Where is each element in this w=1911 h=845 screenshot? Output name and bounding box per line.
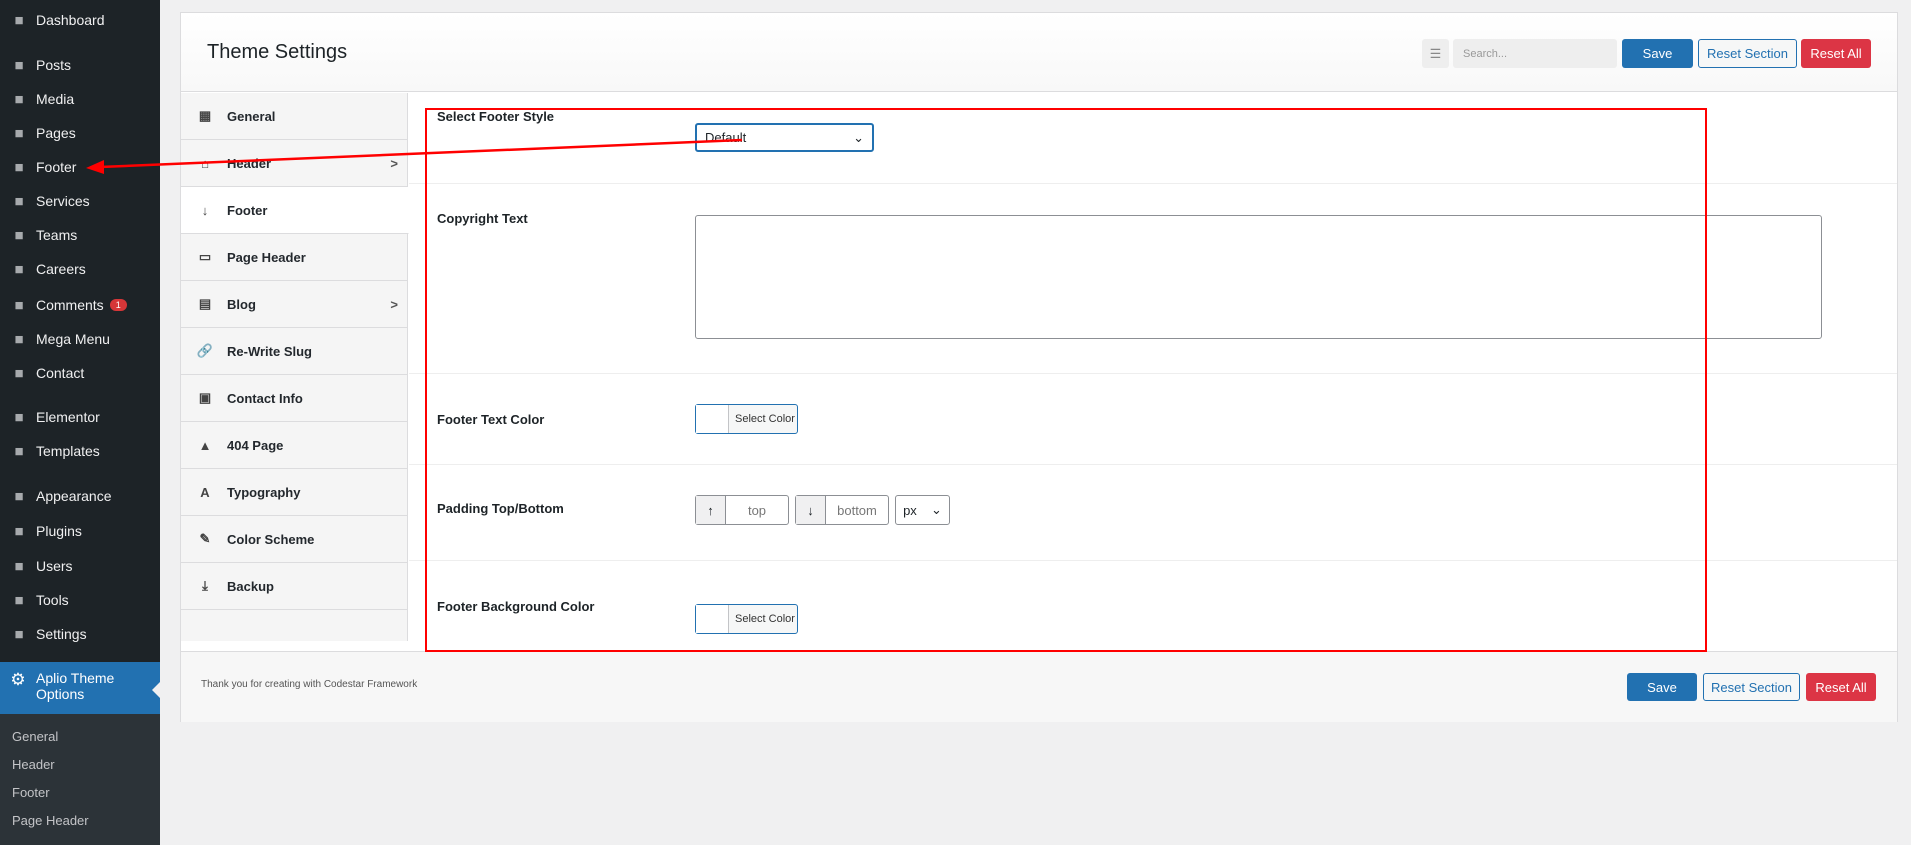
annotation-arrow bbox=[86, 138, 743, 174]
